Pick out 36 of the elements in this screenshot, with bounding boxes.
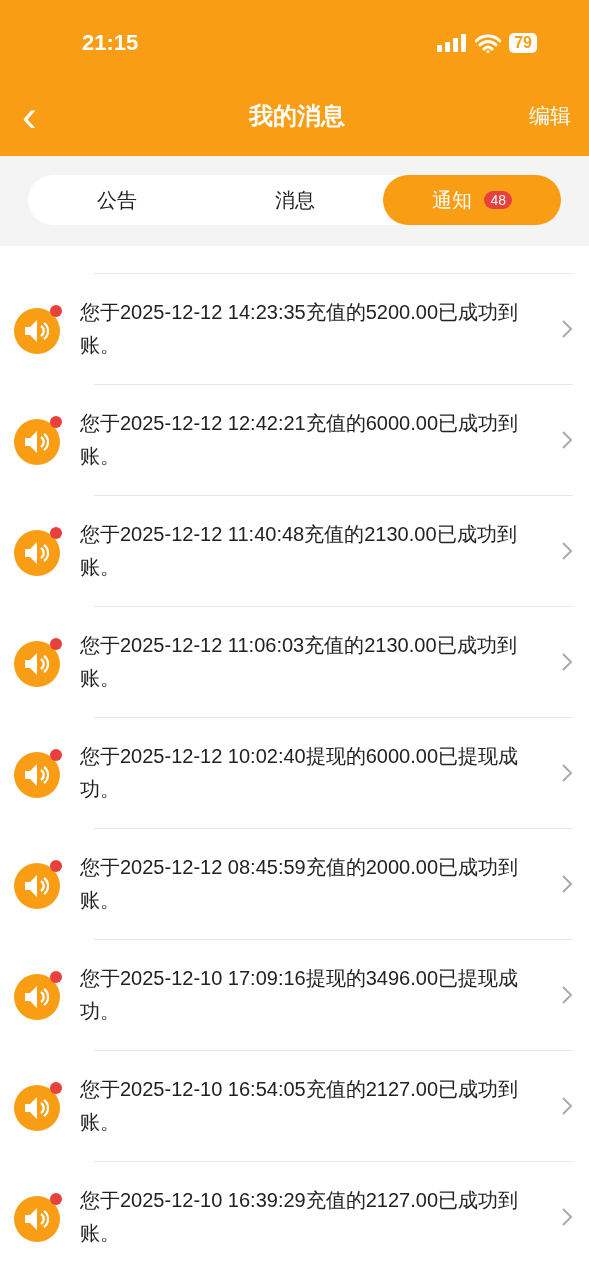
notice-text: 您于2025-12-10 16:54:05充值的2127.00已成功到账。 [80,1077,519,1135]
chevron-right-icon [561,430,573,450]
chevron-right-icon [561,1096,573,1116]
wifi-icon [475,33,502,53]
chevron-right-icon [561,1207,573,1227]
tab[interactable]: 公告 [28,175,206,225]
speaker-icon [14,637,64,687]
notice-text: 您于2025-12-12 10:02:40提现的6000.00已提现成功。 [80,744,519,802]
speaker-icon [14,304,64,354]
notice-text: 您于2025-12-12 08:45:59充值的2000.00已成功到账。 [80,855,519,913]
tab[interactable]: 通知 48 [383,175,561,225]
signal-icon [437,34,468,52]
page-title: 我的消息 [247,101,346,131]
notice-text: 您于2025-12-12 14:23:35充值的5200.00已成功到账。 [80,300,519,358]
chevron-right-icon [561,985,573,1005]
tab[interactable]: 消息 [205,175,384,225]
chevron-right-icon [561,652,573,672]
notice-text: 您于2025-12-12 12:42:21充值的6000.00已成功到账。 [80,411,519,469]
chevron-right-icon [561,874,573,894]
battery-level: 79 [509,33,537,53]
chevron-right-icon [561,541,573,561]
speaker-icon [14,859,64,909]
notice-text: 您于2025-12-10 16:39:29充值的2127.00已成功到账。 [80,1188,519,1246]
notice-text: 您于2025-12-12 11:06:03充值的2130.00已成功到账。 [80,633,518,691]
chevron-right-icon [561,763,573,783]
notice-text: 您于2025-12-10 17:09:16提现的3496.00已提现成功。 [80,966,519,1024]
speaker-icon [14,1192,64,1242]
chevron-right-icon [561,319,573,339]
speaker-icon [14,970,64,1020]
speaker-icon [14,526,64,576]
speaker-icon [14,1081,64,1131]
speaker-icon [14,415,64,465]
speaker-icon [14,748,64,798]
count-badge: 48 [484,191,512,209]
notice-text: 您于2025-12-12 11:40:48充值的2130.00已成功到账。 [80,522,518,580]
status-time: 21:15 [82,30,140,56]
